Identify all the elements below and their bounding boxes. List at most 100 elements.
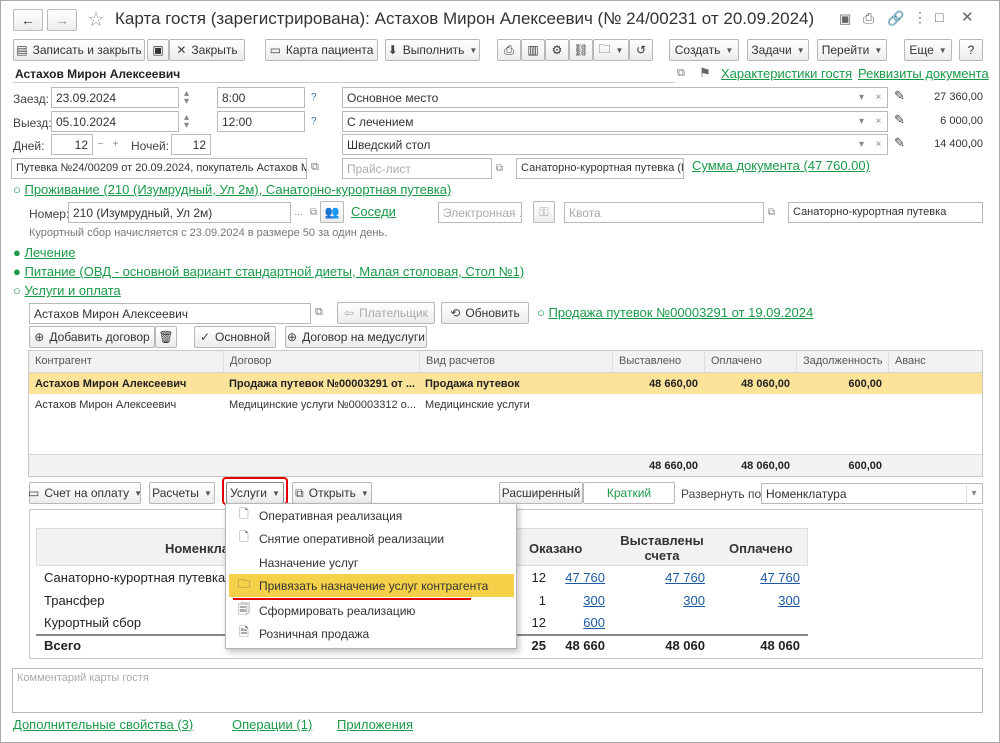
departure-help[interactable]: ? [311, 116, 317, 127]
open-dropdown-button[interactable]: ⧉ Открыть ▼ [292, 482, 372, 504]
departure-spinner[interactable]: ▴ ▾ [179, 111, 194, 132]
clear-icon[interactable]: × [871, 87, 886, 108]
voucher-type-input[interactable]: Санаторно-курортная путевка (Г [516, 158, 684, 179]
requisites-link[interactable]: Реквизиты документа [858, 66, 989, 81]
menu-item-cancel-operative-sale[interactable]: 🗋 Снятие оперативной реализации [229, 527, 514, 550]
create-button[interactable]: Создать ▼ [669, 39, 739, 61]
summary-row-rendered[interactable]: 600 [546, 615, 605, 630]
column-header[interactable]: Оплачено [704, 351, 796, 373]
dropdown-icon[interactable]: ▾ [854, 134, 869, 155]
days-plus-button[interactable]: + [108, 134, 123, 155]
menu-item-operative-sale[interactable]: 🗋 Оперативная реализация [229, 504, 514, 527]
summary-row-rendered[interactable]: 300 [546, 593, 605, 608]
link-button[interactable]: ⛓ [569, 39, 593, 61]
open-icon[interactable]: ⧉ [311, 161, 319, 174]
key-button[interactable]: ⚿ [533, 201, 555, 223]
tariff-input[interactable]: Санаторно-курортная путевка [788, 202, 983, 223]
operations-link[interactable]: Операции (1) [232, 717, 312, 732]
room-input[interactable]: 210 (Изумрудный, Ул 2м) [68, 202, 291, 223]
help-button[interactable]: ? [959, 39, 983, 61]
open-icon[interactable]: ⧉ [677, 67, 685, 80]
accommodation-section-header[interactable]: ○ Проживание (210 (Изумрудный, Ул 2м), С… [13, 182, 451, 197]
service-row-3-input[interactable]: Шведский стол [342, 134, 888, 155]
more-button[interactable]: Еще ▼ [904, 39, 952, 61]
column-header[interactable]: Задолженность [796, 351, 888, 373]
add-contract-button[interactable]: ⊕ Добавить договор [29, 326, 155, 348]
summary-row-rendered[interactable]: 47 760 [546, 570, 605, 585]
save-button[interactable]: ▣ [147, 39, 169, 61]
column-header[interactable]: Выставлено [612, 351, 704, 373]
arrival-date-input[interactable]: 23.09.2024 [51, 87, 179, 108]
print-button[interactable]: ⎙ [497, 39, 521, 61]
services-section-header[interactable]: ○ Услуги и оплата [13, 283, 121, 298]
short-toggle[interactable]: Краткий [583, 482, 675, 504]
back-button[interactable]: ← [13, 9, 43, 31]
close-icon[interactable]: ✕ [961, 8, 974, 26]
summary-row-invoiced[interactable]: 300 [613, 593, 705, 608]
refresh-button[interactable]: ⟲ Обновить [441, 302, 529, 324]
people-button[interactable]: 👥 [320, 201, 344, 223]
arrival-spinner[interactable]: ▴ ▾ [179, 87, 194, 108]
summary-row-paid[interactable]: 300 [713, 593, 800, 608]
flag-icon[interactable]: ⚑ [699, 65, 711, 81]
open-icon[interactable]: ⧉ [764, 202, 779, 223]
more-vertical-icon[interactable]: ⋮ [913, 9, 927, 26]
characteristics-link[interactable]: Характеристики гостя [721, 66, 852, 81]
dropdown-icon[interactable]: ▾ [854, 111, 869, 132]
settlements-button[interactable]: Расчеты ▼ [149, 482, 215, 504]
document-sum-link[interactable]: Сумма документа (47 760.00) [692, 158, 870, 173]
guest-name-field[interactable]: Астахов Мирон Алексеевич [13, 67, 675, 83]
summary-row-paid[interactable]: 47 760 [713, 570, 800, 585]
open-icon[interactable]: ⧉ [492, 158, 507, 179]
menu-item-create-sale[interactable]: 🗐 Сформировать реализацию [229, 599, 514, 622]
open-icon[interactable]: ⧉ [315, 306, 323, 319]
arrival-help[interactable]: ? [311, 92, 317, 103]
tasks-button[interactable]: Задачи ▼ [747, 39, 809, 61]
close-button[interactable]: ✕ Закрыть [169, 39, 245, 61]
quota-input[interactable]: Квота [564, 202, 764, 223]
neighbors-link[interactable]: Соседи [351, 204, 396, 219]
menu-item-retail-sale[interactable]: 🗎 Розничная продажа [229, 622, 514, 645]
open-icon[interactable]: ⧉ [306, 202, 321, 223]
save-close-button[interactable]: ▤ Записать и закрыть [13, 39, 145, 61]
service-row-2-input[interactable]: С лечением [342, 111, 888, 132]
price-list-input[interactable]: Прайс-лист [342, 158, 492, 179]
additional-properties-link[interactable]: Дополнительные свойства (3) [13, 717, 193, 732]
patient-card-button[interactable]: ▭ Карта пациента [265, 39, 378, 61]
column-header[interactable]: Аванс [888, 351, 982, 373]
column-header[interactable]: Вид расчетов [419, 351, 612, 373]
menu-item-bind-contractor-services[interactable]: 🗀 Привязать назначение услуг контрагента [229, 574, 514, 597]
nights-input[interactable]: 12 [171, 134, 211, 155]
days-minus-button[interactable]: − [93, 134, 108, 155]
voucher-input[interactable]: Путевка №24/00209 от 20.09.2024, покупат… [11, 158, 307, 179]
meals-section-header[interactable]: ● Питание (ОВД - основной вариант станда… [13, 264, 524, 279]
payer-input[interactable]: Астахов Мирон Алексеевич [29, 303, 311, 324]
structure-button[interactable]: ⚙ [545, 39, 569, 61]
payer-button[interactable]: ⇦ Плательщик [337, 302, 435, 324]
attach-button[interactable]: 🗀 ▼ [593, 39, 629, 61]
sale-link[interactable]: ○ Продажа путевок №00003291 от 19.09.202… [537, 305, 813, 320]
column-header[interactable]: Договор [223, 351, 419, 373]
delete-button[interactable]: 🗑 [155, 326, 177, 348]
ellipsis-icon[interactable]: ... [291, 202, 306, 223]
print-icon[interactable]: ⎙ [863, 10, 874, 27]
save-icon[interactable]: ▣ [839, 11, 851, 27]
comment-textarea[interactable]: Комментарий карты гостя [12, 668, 983, 713]
history-button[interactable]: ↺ [629, 39, 653, 61]
electronic-input[interactable]: Электронная ... [438, 202, 522, 223]
expand-select[interactable]: Номенклатура [761, 483, 983, 504]
summary-row-invoiced[interactable]: 47 760 [613, 570, 705, 585]
days-input[interactable]: 12 [51, 134, 93, 155]
forward-button[interactable]: → [47, 9, 77, 31]
attachments-link[interactable]: Приложения [337, 717, 413, 732]
medical-contract-button[interactable]: ⊕ Договор на медуслуги [285, 326, 427, 348]
treatment-section-header[interactable]: ● Лечение [13, 245, 75, 260]
dropdown-icon[interactable]: ▾ [854, 87, 869, 108]
clear-icon[interactable]: × [871, 134, 886, 155]
departure-time-input[interactable]: 12:00 [217, 111, 305, 132]
star-icon[interactable]: ☆ [87, 7, 105, 32]
departure-date-input[interactable]: 05.10.2024 [51, 111, 179, 132]
link-icon[interactable]: 🔗 [887, 10, 904, 27]
service-row-1-input[interactable]: Основное место [342, 87, 888, 108]
menu-item-assign-services[interactable]: Назначение услуг [229, 551, 514, 574]
